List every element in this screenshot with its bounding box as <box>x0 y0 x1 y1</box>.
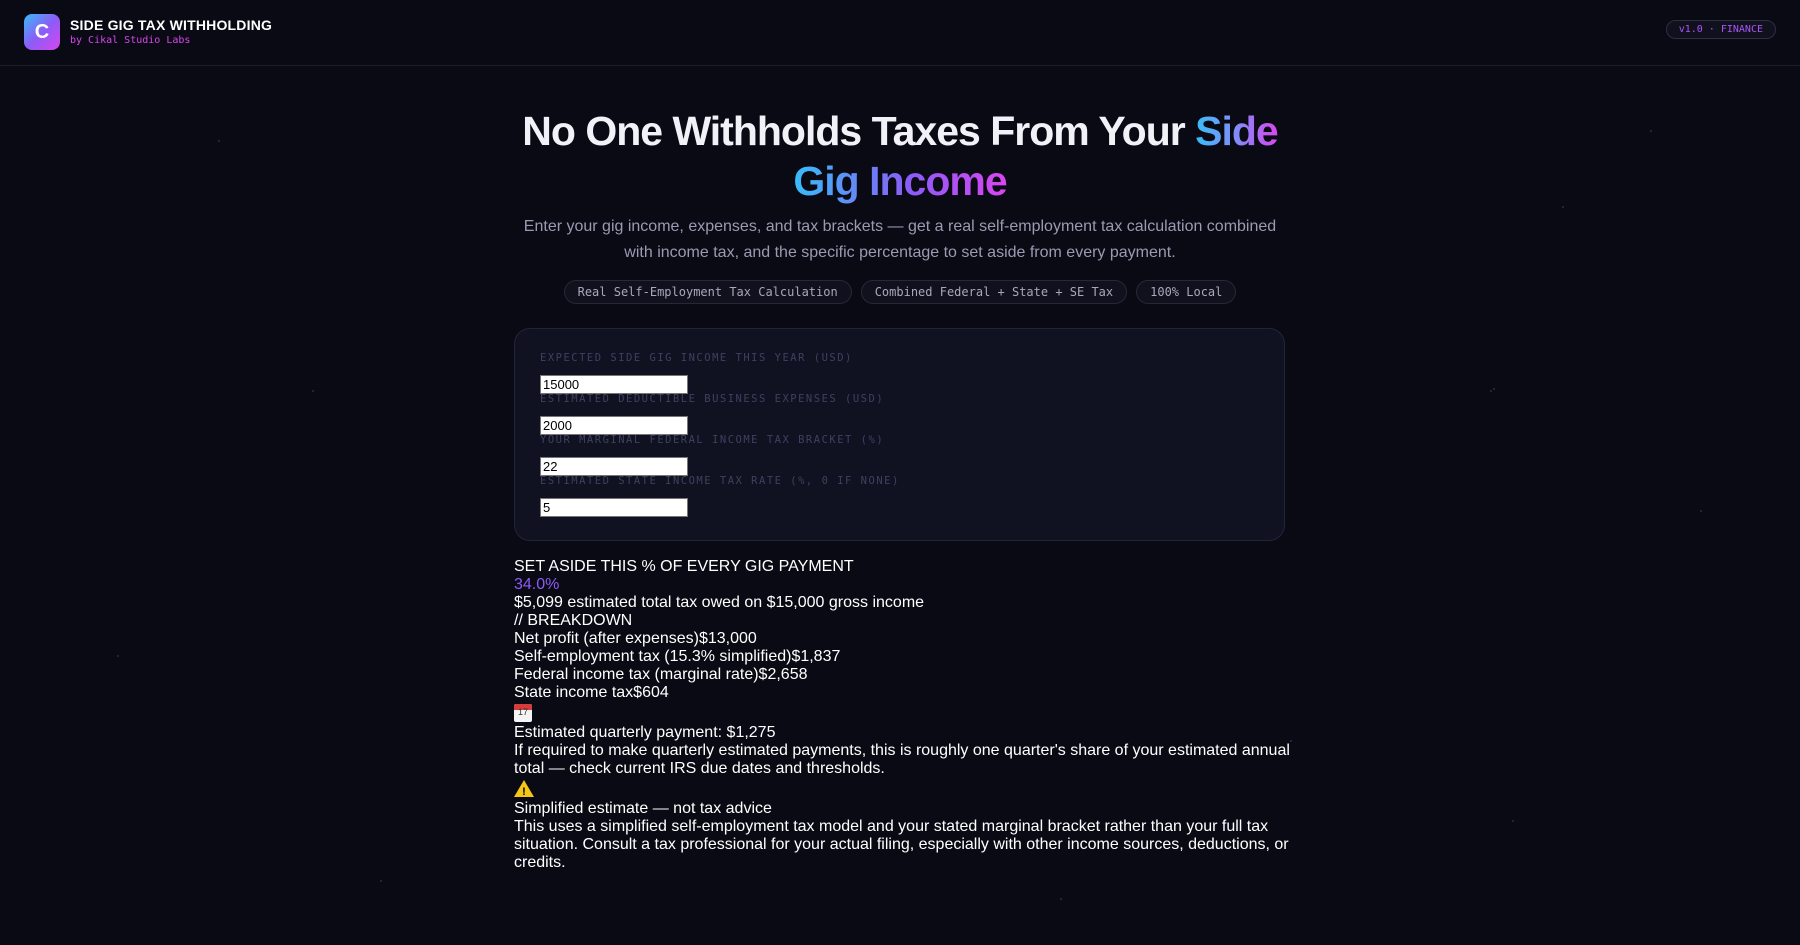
breakdown-label: Federal income tax (marginal rate) <box>514 666 759 683</box>
version-badge: v1.0 · FINANCE <box>1665 20 1776 39</box>
hero-title-plain: No One Withholds Taxes From Your <box>522 108 1185 154</box>
breakdown-heading: // BREAKDOWN <box>514 612 633 629</box>
hero-description: Enter your gig income, expenses, and tax… <box>523 218 1277 261</box>
breakdown-value: $1,837 <box>791 648 841 665</box>
breakdown-value: $2,658 <box>758 666 808 683</box>
breakdown-row: Federal income tax (marginal rate)$2,658 <box>514 666 1294 684</box>
quarterly-payment-title: Estimated quarterly payment: $1,275 <box>514 724 776 741</box>
expenses-label: ESTIMATED DEDUCTIBLE BUSINESS EXPENSES (… <box>540 393 885 405</box>
breakdown-row: State income tax$604 <box>514 684 1294 702</box>
federal-bracket-label: YOUR MARGINAL FEDERAL INCOME TAX BRACKET… <box>540 434 885 446</box>
top-bar: C SIDE GIG TAX WITHHOLDING by Cikal Stud… <box>0 0 1800 66</box>
feature-chip: Combined Federal + State + SE Tax <box>860 280 1128 304</box>
income-label: EXPECTED SIDE GIG INCOME THIS YEAR (USD) <box>540 352 853 364</box>
calendar-day: 17 <box>517 707 528 717</box>
disclaimer-text: This uses a simplified self-employment t… <box>514 818 1289 871</box>
app-title: SIDE GIG TAX WITHHOLDING <box>70 17 273 33</box>
breakdown-value: $604 <box>633 684 669 701</box>
breakdown-row: Self-employment tax (15.3% simplified)$1… <box>514 648 1294 666</box>
app-logo: C <box>24 14 60 50</box>
hero-title: No One Withholds Taxes From Your Side Gig… <box>450 106 1350 206</box>
feature-chips: Real Self-Employment Tax Calculation Com… <box>450 280 1350 304</box>
feature-chip: Real Self-Employment Tax Calculation <box>563 280 852 304</box>
breakdown-label: Net profit (after expenses) <box>514 630 699 647</box>
breakdown-label: Self-employment tax (15.3% simplified) <box>514 648 792 665</box>
income-input[interactable] <box>540 375 688 394</box>
federal-bracket-input[interactable] <box>540 457 688 476</box>
input-card: EXPECTED SIDE GIG INCOME THIS YEAR (USD)… <box>514 328 1285 541</box>
hero-title-accent-side: Side <box>1195 108 1279 154</box>
breakdown-row: Net profit (after expenses)$13,000 <box>514 630 1294 648</box>
state-rate-input[interactable] <box>540 498 688 517</box>
total-tax-summary: $5,099 estimated total tax owed on $15,0… <box>514 594 925 611</box>
quarterly-payment-text: If required to make quarterly estimated … <box>514 742 1290 777</box>
disclaimer-title: Simplified estimate — not tax advice <box>514 800 772 817</box>
set-aside-percent: 34.0% <box>514 576 560 593</box>
set-aside-label: SET ASIDE THIS % OF EVERY GIG PAYMENT <box>514 558 854 575</box>
feature-chip: 100% Local <box>1136 280 1237 304</box>
hero-title-accent-gig: Gig Income <box>793 158 1007 204</box>
state-rate-label: ESTIMATED STATE INCOME TAX RATE (%, 0 IF… <box>540 475 900 487</box>
app-subtitle: by Cikal Studio Labs <box>70 35 191 46</box>
warning-icon: ! <box>514 780 534 798</box>
expenses-input[interactable] <box>540 416 688 435</box>
calendar-icon: 17 <box>514 704 532 722</box>
breakdown-label: State income tax <box>514 684 634 701</box>
breakdown-value: $13,000 <box>698 630 757 647</box>
results-panel: SET ASIDE THIS % OF EVERY GIG PAYMENT 34… <box>514 558 1294 872</box>
